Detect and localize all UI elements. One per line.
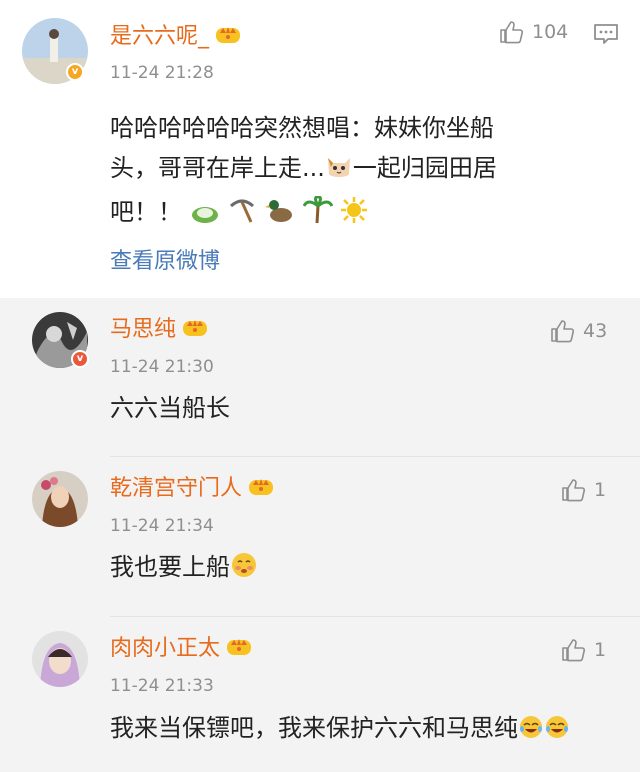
thumbs-up-icon bbox=[500, 21, 524, 44]
avatar[interactable] bbox=[32, 631, 88, 687]
palm-tree-emoji-icon bbox=[302, 195, 333, 236]
timestamp: 11-24 21:34 bbox=[110, 516, 214, 536]
like-button[interactable]: 1 bbox=[560, 476, 606, 504]
view-original-link[interactable]: 查看原微博 bbox=[110, 248, 220, 276]
divider bbox=[110, 456, 640, 457]
main-comment: v 是六六呢_ 11-24 21:28 104 哈哈哈哈哈哈突然想唱：妹妹你坐船… bbox=[0, 0, 640, 298]
sun-emoji-icon bbox=[340, 196, 368, 236]
timestamp: 11-24 21:28 bbox=[110, 63, 214, 83]
username[interactable]: 马思纯 bbox=[110, 315, 208, 345]
crown-icon bbox=[248, 474, 274, 504]
duck-emoji-icon bbox=[264, 196, 295, 236]
username[interactable]: 肉肉小正太 bbox=[110, 634, 252, 664]
thumbs-up-icon bbox=[551, 320, 575, 343]
pickaxe-emoji-icon bbox=[227, 196, 257, 236]
like-button[interactable]: 1 bbox=[560, 636, 606, 664]
avatar[interactable] bbox=[32, 471, 88, 527]
cat-emoji-icon bbox=[325, 152, 353, 192]
username[interactable]: 是六六呢_ bbox=[110, 22, 241, 52]
like-count: 43 bbox=[583, 320, 608, 342]
comment-reply-icon[interactable] bbox=[593, 22, 619, 50]
crown-icon bbox=[182, 315, 208, 345]
verified-badge-icon: v bbox=[66, 63, 84, 81]
reply-text: 我来当保镖吧，我来保护六六和马思纯 bbox=[110, 708, 570, 752]
like-button[interactable]: 43 bbox=[549, 317, 607, 345]
comment-text: 哈哈哈哈哈哈突然想唱：妹妹你坐船 头，哥哥在岸上走... 一起归园田居 吧！！ bbox=[110, 108, 610, 236]
like-count: 1 bbox=[594, 639, 607, 661]
timestamp: 11-24 21:33 bbox=[110, 676, 214, 696]
username[interactable]: 乾清宫守门人 bbox=[110, 474, 274, 504]
blushing-emoji-icon bbox=[230, 551, 258, 591]
verified-badge-icon: v bbox=[71, 350, 89, 368]
crying-laughing-emoji-icon bbox=[518, 712, 544, 752]
divider bbox=[110, 616, 640, 617]
reply-list: v 马思纯 11-24 21:30 43 六六当船长 乾清宫守门人 11-24 … bbox=[0, 298, 640, 772]
thumbs-up-icon bbox=[562, 639, 586, 662]
crown-icon bbox=[215, 22, 241, 52]
thumbs-up-icon bbox=[562, 479, 586, 502]
like-count: 104 bbox=[532, 21, 569, 43]
crown-icon bbox=[226, 634, 252, 664]
like-button[interactable]: 104 bbox=[498, 18, 568, 46]
like-count: 1 bbox=[594, 479, 607, 501]
crying-laughing-emoji-icon bbox=[544, 712, 570, 752]
reply-text: 六六当船长 bbox=[110, 394, 230, 422]
reply-text: 我也要上船 bbox=[110, 547, 258, 591]
vegetable-emoji-icon bbox=[190, 196, 220, 236]
timestamp: 11-24 21:30 bbox=[110, 357, 214, 377]
